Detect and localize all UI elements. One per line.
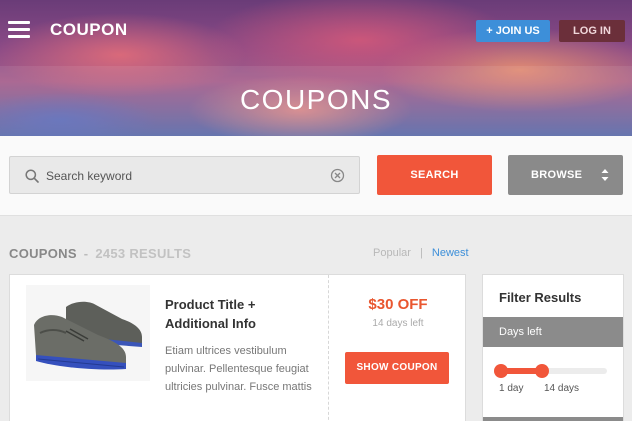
search-bar-section: SEARCH BROWSE: [0, 136, 632, 216]
results-separator: -: [83, 246, 89, 261]
filter-title: Filter Results: [499, 290, 582, 305]
join-us-button[interactable]: + JOIN US: [476, 20, 550, 42]
product-title[interactable]: Product Title + Additional Info: [165, 295, 315, 333]
sort-divider: |: [419, 247, 423, 259]
browse-button[interactable]: BROWSE: [508, 155, 623, 195]
coupon-card: Product Title + Additional Info Etiam ul…: [9, 274, 466, 421]
search-input[interactable]: [46, 166, 326, 186]
updown-icon: [601, 169, 609, 181]
results-heading: COUPONS - 2453 RESULTS: [9, 246, 191, 261]
results-title: COUPONS: [9, 246, 77, 261]
menu-icon[interactable]: [8, 21, 30, 39]
filter-section-days-left[interactable]: Days left: [483, 317, 623, 347]
slider-min-handle[interactable]: [494, 364, 508, 378]
search-button[interactable]: SEARCH: [377, 155, 492, 195]
logo[interactable]: COUPON: [50, 20, 128, 40]
slider-max-handle[interactable]: [535, 364, 550, 378]
log-in-button[interactable]: LOG IN: [559, 20, 625, 42]
results-count: 2453 RESULTS: [95, 246, 192, 261]
days-left-text: 14 days left: [372, 318, 424, 329]
discount-amount: $30 OFF: [368, 296, 428, 313]
search-field[interactable]: [9, 156, 360, 194]
slider-min-label: 1 day: [499, 383, 524, 394]
sort-popular-link[interactable]: Popular: [373, 247, 411, 259]
product-description: Etiam ultrices vestibulum pulvinar. Pell…: [165, 345, 312, 393]
filter-section-next[interactable]: [483, 417, 623, 421]
show-coupon-button[interactable]: SHOW COUPON: [345, 352, 449, 384]
page-title: COUPONS: [239, 84, 393, 115]
product-image[interactable]: [26, 285, 150, 381]
days-left-slider[interactable]: [494, 364, 607, 378]
search-icon: [25, 169, 39, 183]
hero-banner: COUPON + JOIN US LOG IN COUPONS: [0, 0, 632, 136]
slider-max-label: 14 days: [544, 383, 580, 394]
sort-options: Popular | Newest: [373, 247, 469, 259]
browse-label: BROWSE: [531, 169, 583, 181]
sort-newest-link[interactable]: Newest: [432, 247, 469, 259]
card-divider: [328, 275, 329, 421]
clear-icon[interactable]: [330, 168, 345, 183]
filter-panel: Filter Results Days left 1 day 14 days: [482, 274, 624, 421]
